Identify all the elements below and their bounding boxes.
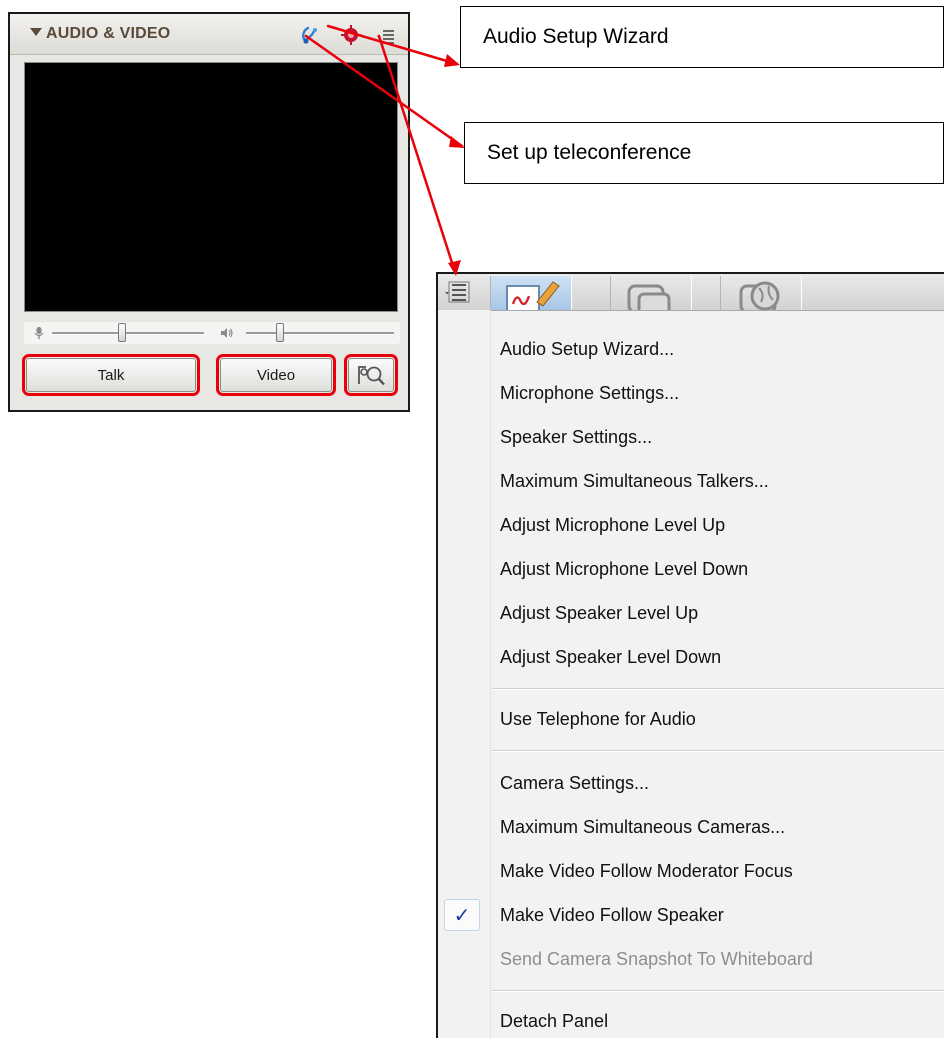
video-display bbox=[24, 62, 398, 312]
menu-item-audio-setup-wizard[interactable]: Audio Setup Wizard... bbox=[500, 334, 674, 364]
panel-menu-icon[interactable] bbox=[376, 24, 396, 46]
arrowhead-icon bbox=[444, 54, 460, 67]
microphone-icon bbox=[34, 327, 44, 339]
menu-item-speaker-level-up[interactable]: Adjust Speaker Level Up bbox=[500, 598, 698, 628]
talk-button[interactable]: Talk bbox=[22, 354, 200, 396]
globe-icon bbox=[739, 281, 780, 310]
menu-item-max-cameras[interactable]: Maximum Simultaneous Cameras... bbox=[500, 812, 785, 842]
checkmark-icon: ✓ bbox=[444, 899, 480, 931]
microphone-level-track[interactable] bbox=[52, 332, 204, 335]
audio-setup-wizard-callout: Audio Setup Wizard bbox=[460, 6, 944, 68]
speaker-level-slider[interactable] bbox=[276, 323, 284, 342]
find-participant-button[interactable] bbox=[344, 354, 398, 396]
menu-separator bbox=[492, 688, 944, 690]
menu-item-camera-settings[interactable]: Camera Settings... bbox=[500, 768, 649, 798]
teleconference-icon[interactable] bbox=[340, 24, 362, 46]
tab-application-share[interactable] bbox=[610, 276, 692, 310]
audio-setup-wizard-icon[interactable] bbox=[298, 24, 320, 46]
menu-item-camera-snapshot: Send Camera Snapshot To Whiteboard bbox=[500, 948, 813, 969]
audio-video-options-menu: Audio Setup Wizard... Microphone Setting… bbox=[436, 272, 944, 1038]
video-button[interactable]: Video bbox=[216, 354, 336, 396]
menu-item-mic-level-down[interactable]: Adjust Microphone Level Down bbox=[500, 554, 748, 584]
menu-item-microphone-settings[interactable]: Microphone Settings... bbox=[500, 378, 679, 408]
panel-header: AUDIO & VIDEO bbox=[10, 14, 408, 55]
collapse-caret-icon[interactable] bbox=[30, 28, 42, 36]
whiteboard-icon bbox=[506, 281, 560, 310]
tab-bar bbox=[438, 274, 944, 311]
audio-video-panel: AUDIO & VIDEO Talk Video bbox=[8, 12, 410, 412]
menu-item-max-talkers[interactable]: Maximum Simultaneous Talkers... bbox=[500, 466, 769, 496]
teleconference-callout: Set up teleconference bbox=[464, 122, 944, 184]
volume-controls bbox=[24, 322, 400, 344]
application-share-icon bbox=[627, 284, 671, 310]
speaker-level-track[interactable] bbox=[246, 332, 394, 335]
menu-item-speaker-level-down[interactable]: Adjust Speaker Level Down bbox=[500, 642, 721, 672]
find-participant-icon bbox=[358, 366, 385, 386]
arrowhead-icon bbox=[449, 136, 465, 148]
menu-item-detach-panel[interactable]: Detach Panel bbox=[500, 1006, 608, 1036]
menu-separator bbox=[492, 750, 944, 752]
menu-separator bbox=[492, 990, 944, 992]
microphone-level-slider[interactable] bbox=[118, 323, 126, 342]
speaker-icon bbox=[221, 328, 233, 338]
menu-item-speaker-settings[interactable]: Speaker Settings... bbox=[500, 422, 652, 452]
menu-item-use-telephone[interactable]: Use Telephone for Audio bbox=[500, 704, 696, 734]
tab-web-tour[interactable] bbox=[720, 276, 802, 310]
menu-item-follow-moderator[interactable]: Make Video Follow Moderator Focus bbox=[500, 856, 793, 886]
menu-item-follow-speaker[interactable]: Make Video Follow Speaker bbox=[500, 900, 724, 930]
menu-item-mic-level-up[interactable]: Adjust Microphone Level Up bbox=[500, 510, 725, 540]
panel-menu-icon[interactable] bbox=[444, 281, 470, 303]
panel-title: AUDIO & VIDEO bbox=[46, 25, 171, 42]
tab-whiteboard[interactable] bbox=[490, 276, 572, 310]
